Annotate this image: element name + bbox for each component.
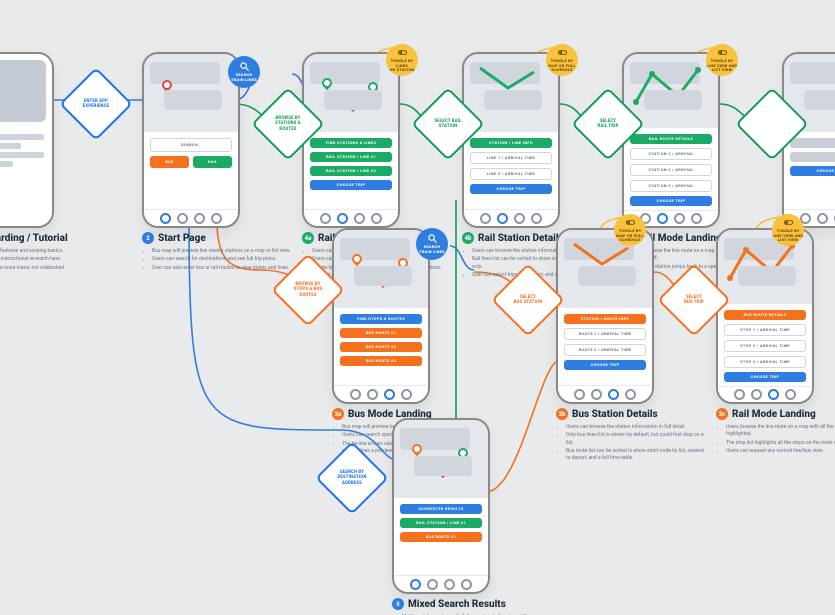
choose-trip-button[interactable]: CHOOSE TRIP: [630, 196, 712, 206]
action-search-train-lines: SEARCH TRAIN LINES: [228, 56, 260, 88]
caption-bus-route: 3cRail Mode Landing Users browse the lin…: [716, 408, 835, 456]
decision-enter-app: ENTER APP EXPERIENCE: [64, 72, 128, 136]
rail-line-button[interactable]: RAIL STATION / LINE #2: [310, 166, 392, 176]
caption-bus-station-details: 3bBus Station Details Users can browse t…: [556, 408, 706, 463]
map-pin-icon: [350, 252, 364, 266]
station-info-button[interactable]: STATION / LINE INFO: [470, 138, 552, 148]
screen-bus-route: BUS ROUTE DETAILS STOP 1 / ARRIVAL TIME …: [716, 228, 814, 404]
rail-line-button[interactable]: RAIL STATION / LINE #1: [310, 152, 392, 162]
find-stations-button[interactable]: FIND STATIONS & LINES: [310, 138, 392, 148]
tutorial-text-lines: [0, 128, 52, 173]
line-arrival-row[interactable]: LINE 2 / ARRIVAL TIME: [470, 168, 552, 180]
map-pin-icon: [198, 96, 212, 110]
line-arrival-row[interactable]: LINE 1 / ARRIVAL TIME: [470, 152, 552, 164]
search-icon: [427, 233, 438, 244]
station-arrival-row[interactable]: STATION 1 / ARRIVAL: [630, 148, 712, 160]
choose-trip-button[interactable]: CHOOSE TRIP: [724, 372, 806, 382]
stop-arrival-row[interactable]: STOP 3 / ARRIVAL TIME: [724, 356, 806, 368]
map-pin-icon: [436, 464, 450, 478]
bus-route-button[interactable]: BUS ROUTE #3: [340, 356, 422, 366]
choose-trip-button[interactable]: CHOOSE TRIP: [310, 180, 392, 190]
bus-route-button[interactable]: BUS ROUTE #2: [340, 342, 422, 352]
find-stops-button[interactable]: FIND STOPS & ROUTES: [340, 314, 422, 324]
map-pin-icon: [320, 76, 334, 90]
stop-arrival-row[interactable]: STOP 2 / ARRIVAL TIME: [724, 340, 806, 352]
map-pin-icon: [596, 272, 610, 286]
map-pin-icon: [410, 442, 424, 456]
bus-mode-button[interactable]: BUS: [150, 156, 189, 168]
toggle-map-schedule: TOGGLE BY MAP OR FULL SCHEDULE: [546, 44, 578, 76]
decision-search-destination: SEARCH BY DESTINATION ADDRESS: [320, 446, 384, 510]
route-details-button[interactable]: RAIL ROUTE DETAILS: [630, 134, 712, 144]
decision-browse-stations: BROWSE BY STATIONS & ROUTES: [256, 92, 320, 156]
route-arrival-row[interactable]: ROUTE 2 / ARRIVAL TIME: [564, 344, 646, 356]
nav-dots: [144, 209, 238, 226]
toggle-icon: [783, 217, 794, 228]
decision-select-rail-station: SELECT RAIL STATION: [416, 92, 480, 156]
caption-start: 2Start Page Bus map will preview live ne…: [142, 232, 292, 273]
toggle-map-schedule-2: TOGGLE BY MAP OR FULL SCHEDULE: [614, 214, 646, 246]
decision-select-rail-trip: SELECT RAIL TRIP: [576, 92, 640, 156]
bullets-onboarding: Teaches major features and swiping basic…: [0, 248, 106, 272]
screen-bus-station-details: STATION / ROUTE INFO ROUTE 1 / ARRIVAL T…: [556, 228, 654, 404]
search-icon: [239, 61, 250, 72]
choose-trip-button[interactable]: CHOOSE TRIP: [470, 184, 552, 194]
map-pin-icon: [376, 274, 390, 288]
map-pin-icon: [502, 96, 516, 110]
station-arrival-row[interactable]: STATION 3 / ARRIVAL: [630, 180, 712, 192]
caption-onboarding: 1Onboarding / Tutorial Teaches major fea…: [0, 232, 106, 273]
station-arrival-row[interactable]: STATION 2 / ARRIVAL: [630, 164, 712, 176]
map-pin-icon: [456, 446, 470, 460]
decision-select-bus-station: SELECT BUS STATION: [496, 268, 560, 332]
route-arrival-row[interactable]: ROUTE 1 / ARRIVAL TIME: [564, 328, 646, 340]
map-pin-icon: [346, 98, 360, 112]
map-pin-icon: [160, 78, 174, 92]
suggested-results-button[interactable]: SUGGESTED RESULTS: [400, 504, 482, 514]
station-info-button[interactable]: STATION / ROUTE INFO: [564, 314, 646, 324]
screen-start: SEARCH… BUS RAIL: [142, 52, 240, 228]
route-details-button[interactable]: BUS ROUTE DETAILS: [724, 310, 806, 320]
screen-mixed-search: SUGGESTED RESULTS RAIL STATION / LINE #1…: [392, 418, 490, 594]
bus-route-button[interactable]: BUS ROUTE #1: [340, 328, 422, 338]
map-pin-icon: [396, 256, 410, 270]
toggle-icon: [397, 47, 408, 58]
toggle-line-list: TOGGLE BY LINE VIEW AND LIST VIEW: [706, 44, 738, 76]
choose-trip-button[interactable]: CHOOSE TRIP: [564, 360, 646, 370]
toggle-icon: [557, 47, 568, 58]
decision-browse-stops: BROWSE BY STOPS & BUS ROUTES: [276, 258, 340, 322]
start-content: SEARCH… BUS RAIL: [144, 132, 238, 209]
stop-arrival-row[interactable]: STOP 1 / ARRIVAL TIME: [724, 324, 806, 336]
choose-trip-button[interactable]: CHOOSE TRIP: [790, 166, 835, 176]
screen-onboarding: [0, 52, 54, 228]
map-pin-icon: [366, 80, 380, 94]
toggle-line-list-2: TOGGLE BY LINE VIEW AND LIST VIEW: [772, 214, 804, 246]
toggle-icon: [625, 217, 636, 228]
search-input[interactable]: SEARCH…: [150, 138, 232, 152]
rail-mode-button[interactable]: RAIL: [193, 156, 232, 168]
tutorial-illustration: [0, 60, 46, 122]
toggle-icon: [717, 47, 728, 58]
rail-result-button[interactable]: RAIL STATION / LINE #1: [400, 518, 482, 528]
action-search-train-lines-2: SEARCH TRAIN LINES: [416, 228, 448, 260]
decision-rail-end: [740, 92, 804, 156]
flow-canvas: 1Onboarding / Tutorial Teaches major fea…: [0, 0, 835, 615]
bus-result-button[interactable]: BUS ROUTE #1: [400, 532, 482, 542]
start-map: [144, 54, 238, 132]
toggle-lines-station: TOGGLE BY LINES OR STATION: [386, 44, 418, 76]
screen-bus-landing: FIND STOPS & ROUTES BUS ROUTE #1 BUS ROU…: [332, 228, 430, 404]
decision-select-bus-trip: SELECT BUS TRIP: [662, 268, 726, 332]
caption-mixed-search: 5Mixed Search Results Multi-modal search…: [392, 598, 542, 615]
